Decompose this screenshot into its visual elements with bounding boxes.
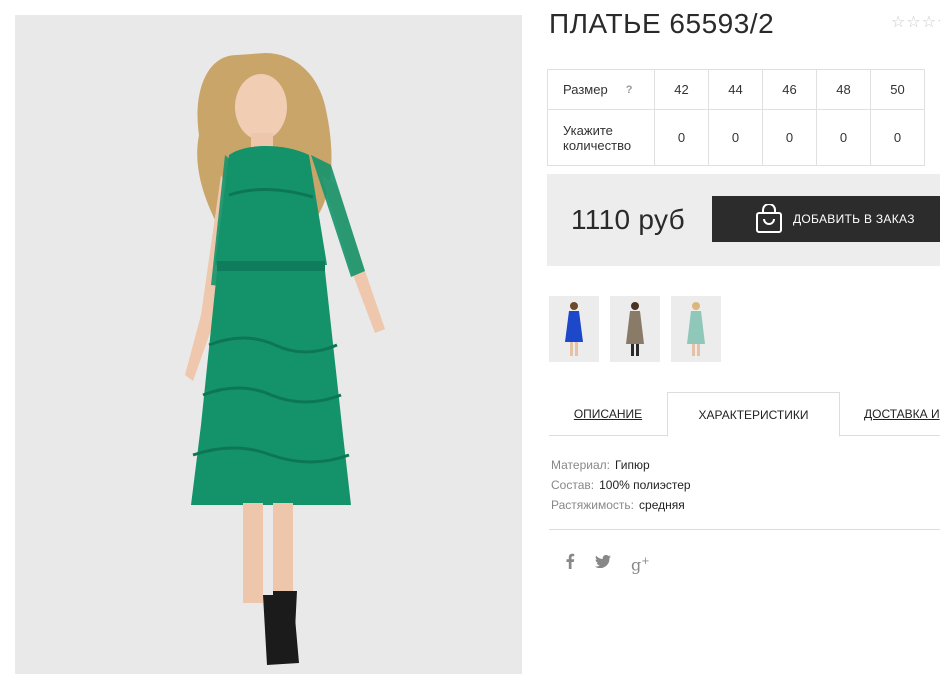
quantity-label-line2: количество <box>563 137 632 153</box>
quantity-input-50[interactable]: 0 <box>870 109 925 166</box>
star-icon[interactable]: ☆ <box>906 15 920 31</box>
twitter-icon[interactable] <box>595 554 611 573</box>
size-label-cell: Размер ? <box>547 69 655 110</box>
size-42: 42 <box>654 69 709 110</box>
tab-description[interactable]: ОПИСАНИЕ <box>549 392 667 436</box>
size-quantity-table: Размер ? 42 44 46 48 50 Укажите количест… <box>547 69 925 166</box>
spec-material: Материал: Гипюр <box>551 455 691 475</box>
quantity-label-line1: Укажите <box>563 122 613 138</box>
size-44: 44 <box>708 69 763 110</box>
star-icon[interactable]: ☆ <box>922 15 936 31</box>
social-share: g+ <box>565 553 650 574</box>
size-label: Размер <box>563 82 608 97</box>
product-specs: Материал: Гипюр Состав: 100% полиэстер Рас… <box>551 455 691 515</box>
spec-value: средняя <box>639 498 685 512</box>
thumbnail-blue-dress[interactable] <box>549 296 599 362</box>
google-plus-icon[interactable]: g+ <box>631 553 650 574</box>
tab-delivery[interactable]: ДОСТАВКА И <box>840 392 940 436</box>
size-48: 48 <box>816 69 871 110</box>
spec-composition: Состав: 100% полиэстер <box>551 475 691 495</box>
spec-stretch: Растяжимость: средняя <box>551 495 691 515</box>
price-panel: 1110 руб ДОБАВИТЬ В ЗАКАЗ <box>547 174 940 266</box>
quantity-input-42[interactable]: 0 <box>654 109 709 166</box>
shopping-bag-icon <box>755 204 783 234</box>
size-help-icon[interactable]: ? <box>626 84 633 96</box>
specs-divider <box>549 529 940 530</box>
thumbnail-mint-dress[interactable] <box>671 296 721 362</box>
star-icon[interactable]: ☆ <box>891 15 905 31</box>
size-46: 46 <box>762 69 817 110</box>
quantity-input-44[interactable]: 0 <box>708 109 763 166</box>
spec-key: Материал: <box>551 458 610 472</box>
spec-value: 100% полиэстер <box>599 478 691 492</box>
quantity-input-48[interactable]: 0 <box>816 109 871 166</box>
facebook-icon[interactable] <box>565 553 575 574</box>
add-to-order-button[interactable]: ДОБАВИТЬ В ЗАКАЗ <box>712 196 940 242</box>
add-to-order-label: ДОБАВИТЬ В ЗАКАЗ <box>793 212 915 226</box>
tab-characteristics[interactable]: ХАРАКТЕРИСТИКИ <box>667 392 840 437</box>
color-variant-thumbnails <box>549 296 721 362</box>
star-rating[interactable]: ☆ ☆ ☆ ☆ ☆ <box>891 15 940 31</box>
product-main-photo[interactable] <box>15 15 522 674</box>
product-price: 1110 руб <box>571 204 685 235</box>
spec-value: Гипюр <box>614 458 650 472</box>
spec-key: Состав: <box>551 478 595 492</box>
quantity-label-cell: Укажите количество <box>547 109 655 166</box>
spec-key: Растяжимость: <box>551 498 635 512</box>
quantity-input-46[interactable]: 0 <box>762 109 817 166</box>
product-title: ПЛАТЬЕ 65593/2 <box>549 8 775 39</box>
size-50: 50 <box>870 69 925 110</box>
thumbnail-beige-dress[interactable] <box>610 296 660 362</box>
